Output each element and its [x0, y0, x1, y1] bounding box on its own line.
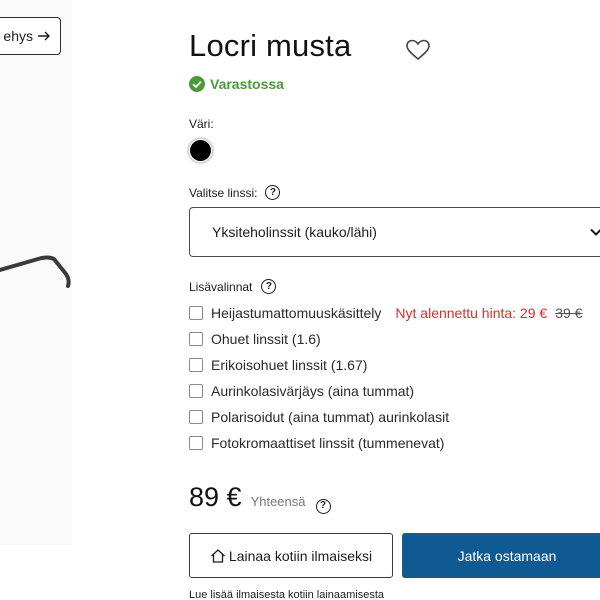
product-image-area: ehys	[0, 0, 72, 545]
lens-label-row: Valitse linssi: ?	[189, 185, 281, 200]
arrow-right-icon	[38, 31, 50, 41]
checkbox[interactable]	[189, 306, 203, 320]
option-label: Fotokromaattiset linssit (tummenevat)	[211, 435, 445, 451]
price-row: 89 € Yhteensä ?	[189, 482, 331, 514]
continue-button-label: Jatka ostamaan	[457, 547, 557, 564]
check-circle-icon	[189, 76, 205, 92]
option-label: Polarisoidut (aina tummat) aurinkolasit	[211, 409, 450, 425]
option-label: Ohuet linssit (1.6)	[211, 331, 321, 347]
color-swatch-black[interactable]	[187, 137, 214, 164]
checkbox[interactable]	[189, 358, 203, 372]
lens-select-value: Yksiteholinssit (kauko/lähi)	[212, 224, 377, 240]
total-label: Yhteensä	[250, 494, 306, 509]
color-label: Väri:	[189, 117, 214, 131]
option-thin-lenses[interactable]: Ohuet linssit (1.6)	[189, 326, 600, 352]
title-row: Locri musta	[189, 28, 351, 64]
option-photochromic[interactable]: Fotokromaattiset linssit (tummenevat)	[189, 430, 600, 456]
stock-text: Varastossa	[210, 76, 284, 92]
continue-shopping-button[interactable]: Jatka ostamaan	[402, 533, 600, 578]
checkbox[interactable]	[189, 436, 203, 450]
checkbox[interactable]	[189, 332, 203, 346]
option-extra-thin-lenses[interactable]: Erikoisohuet linssit (1.67)	[189, 352, 600, 378]
loan-info-link[interactable]: Lue lisää ilmaisesta kotiin lainaamisest…	[189, 589, 384, 600]
option-label: Erikoisohuet linssit (1.67)	[211, 357, 368, 373]
option-label: Aurinkolasivärjäys (aina tummat)	[211, 383, 415, 399]
option-label: Heijastumattomuuskäsittely	[211, 305, 382, 321]
glasses-image	[0, 255, 71, 288]
option-sunglass-tint[interactable]: Aurinkolasivärjäys (aina tummat)	[189, 378, 600, 404]
help-icon[interactable]: ?	[265, 185, 281, 200]
option-polarized[interactable]: Polarisoidut (aina tummat) aurinkolasit	[189, 404, 600, 430]
checkbox[interactable]	[189, 384, 203, 398]
heart-icon[interactable]	[405, 38, 431, 62]
chevron-down-icon	[590, 228, 600, 236]
total-price: 89 €	[189, 482, 242, 512]
home-icon	[210, 548, 225, 563]
frame-button[interactable]: ehys	[0, 17, 61, 55]
lens-select[interactable]: Yksiteholinssit (kauko/lähi)	[189, 207, 600, 257]
extras-label: Lisävalinnat	[189, 279, 253, 294]
help-icon[interactable]: ?	[315, 498, 331, 514]
frame-button-label: ehys	[3, 28, 33, 44]
old-price: 39 €	[555, 305, 583, 321]
extras-label-row: Lisävalinnat ?	[189, 279, 277, 294]
product-title: Locri musta	[189, 28, 352, 63]
help-icon[interactable]: ?	[261, 279, 277, 294]
sale-price: Nyt alennettu hinta: 29 €	[395, 305, 548, 321]
lens-label: Valitse linssi:	[189, 185, 258, 200]
loan-button-label: Lainaa kotiin ilmaiseksi	[228, 547, 373, 564]
stock-status: Varastossa	[189, 76, 284, 92]
option-anti-reflective[interactable]: Heijastumattomuuskäsittely Nyt alennettu…	[189, 300, 600, 326]
option-list: Heijastumattomuuskäsittely Nyt alennettu…	[189, 300, 600, 456]
loan-home-button[interactable]: Lainaa kotiin ilmaiseksi	[189, 533, 393, 578]
swatch-fill	[190, 140, 211, 161]
checkbox[interactable]	[189, 410, 203, 424]
